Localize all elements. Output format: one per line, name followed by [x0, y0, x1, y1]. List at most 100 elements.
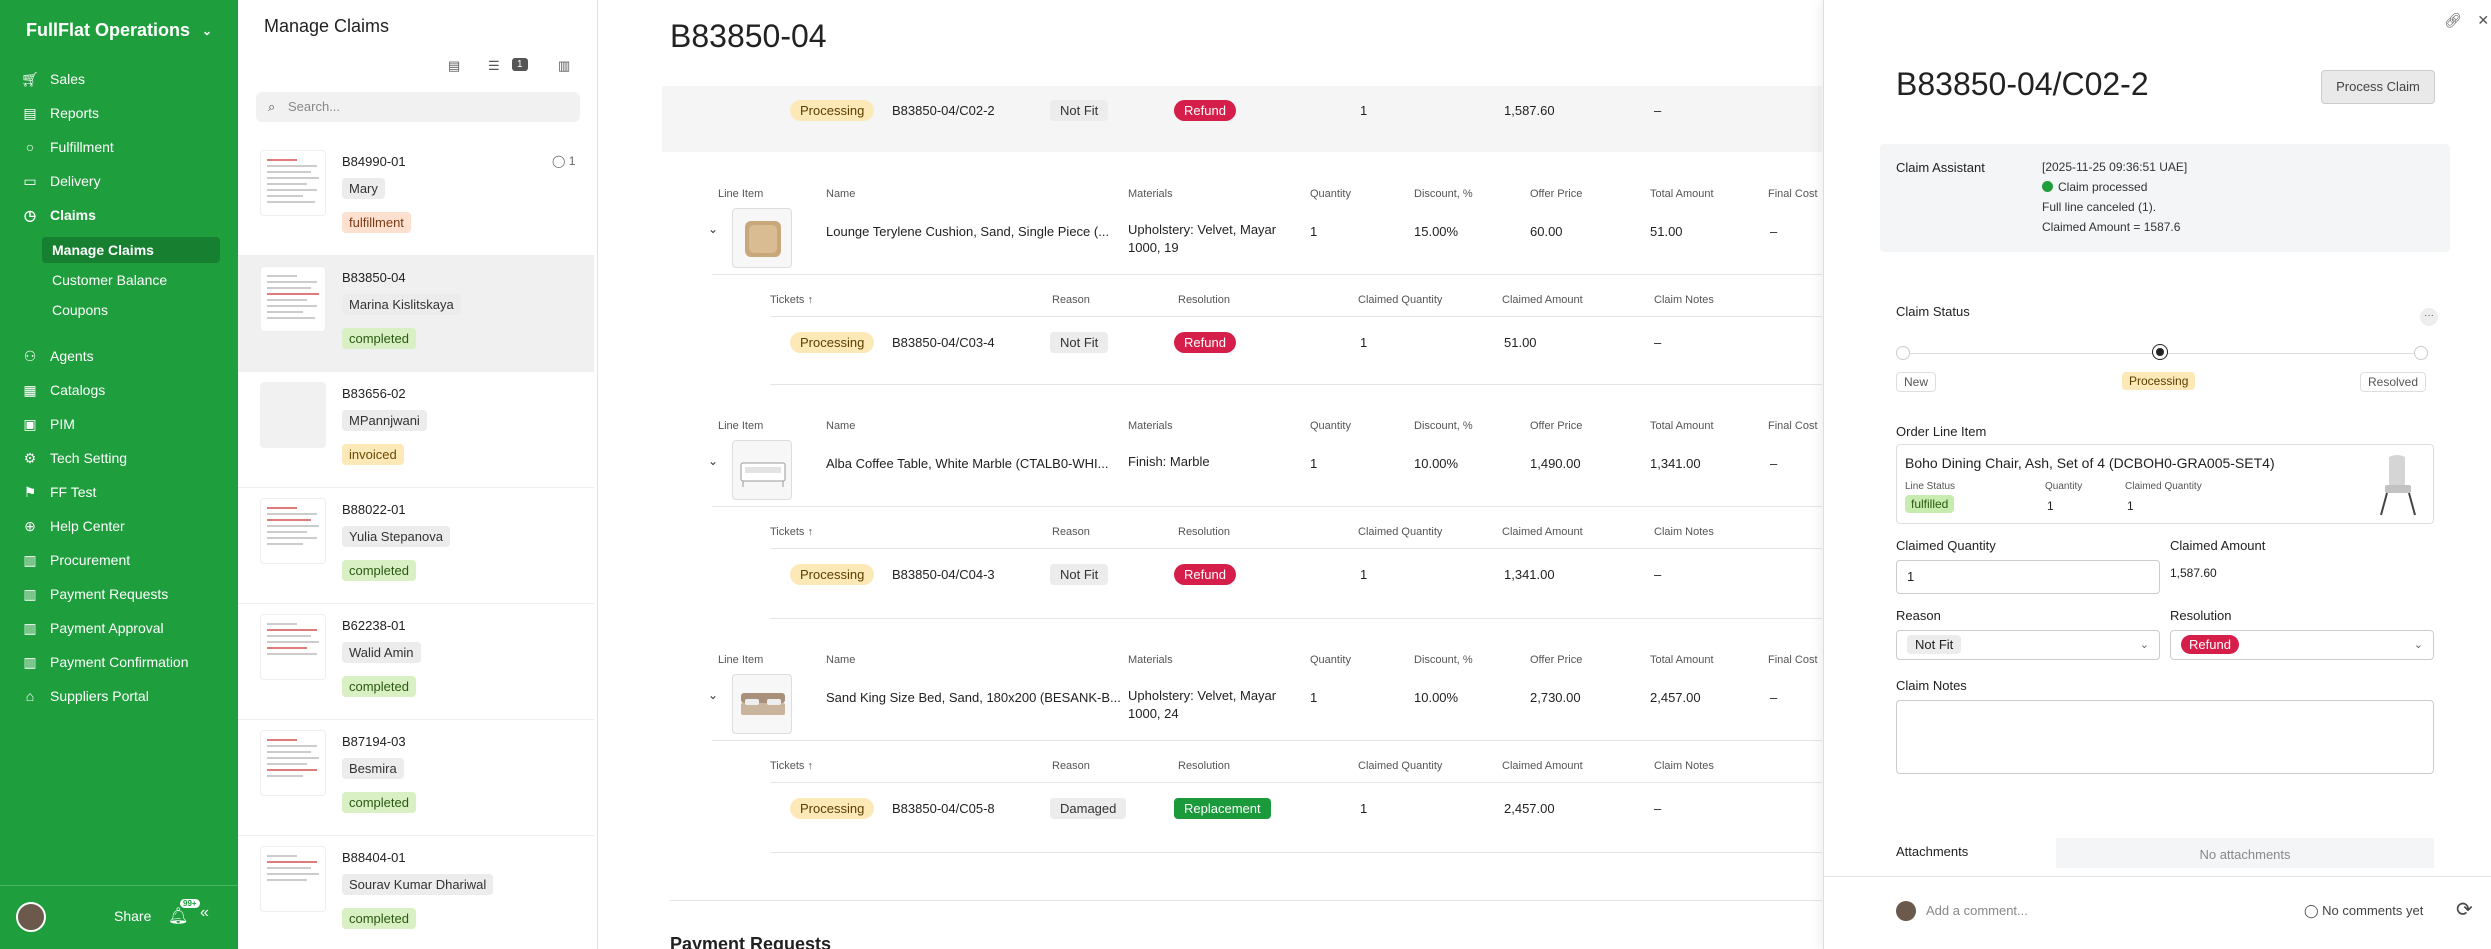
- assistant-line-text: Claim processed: [2058, 180, 2148, 194]
- brand-menu[interactable]: FullFlat Operations ⌄: [26, 20, 212, 41]
- collapse-sidebar-icon[interactable]: «: [200, 904, 209, 922]
- ticket-id[interactable]: B83850-04/C03-4: [892, 335, 995, 350]
- resolution-select[interactable]: Refund ⌄: [2170, 630, 2434, 660]
- col-quantity: Quantity: [1310, 420, 1351, 432]
- claim-thumbnail: [260, 382, 326, 448]
- sidebar-item-label: Agents: [50, 348, 94, 364]
- more-icon[interactable]: ···: [2420, 308, 2438, 326]
- sidebar-item-payment-confirmation[interactable]: ▥ Payment Confirmation: [22, 653, 188, 671]
- share-button[interactable]: Share: [114, 908, 151, 924]
- product-name[interactable]: Alba Coffee Table, White Marble (CTALB0-…: [826, 456, 1109, 471]
- sidebar-item-fulfillment[interactable]: ○ Fulfillment: [22, 139, 114, 155]
- sidebar-item-help-center[interactable]: ⊕ Help Center: [22, 518, 125, 535]
- claim-list-item[interactable]: B84990-01 ◯ 1 Mary fulfillment: [238, 140, 594, 256]
- pim-icon: ▣: [23, 415, 37, 432]
- sidebar-item-agents[interactable]: ⚇ Agents: [22, 348, 94, 365]
- materials-line: Finish: Marble: [1128, 454, 1210, 469]
- col-reason: Reason: [1052, 760, 1090, 772]
- chevron-down-icon[interactable]: ⌄: [708, 222, 718, 236]
- sidebar-item-label: Tech Setting: [50, 450, 128, 466]
- status-step-label: Resolved: [2360, 372, 2427, 392]
- bell-icon[interactable]: 🔔︎: [168, 906, 188, 926]
- claim-id: B88022-01: [342, 502, 406, 517]
- claim-list-item[interactable]: B83850-04 Marina Kislitskaya completed: [238, 256, 594, 372]
- chevron-down-icon[interactable]: ⌄: [708, 454, 718, 468]
- process-claim-button[interactable]: Process Claim: [2321, 70, 2435, 104]
- claim-list-item[interactable]: B88022-01 Yulia Stepanova completed: [238, 488, 594, 604]
- order-line-label: Order Line Item: [1896, 424, 1987, 439]
- sidebar-item-tech-setting[interactable]: ⚙ Tech Setting: [22, 450, 128, 467]
- col-total-amount: Total Amount: [1650, 654, 1714, 666]
- claim-list-item[interactable]: B62238-01 Walid Amin completed: [238, 604, 594, 720]
- subitem-coupons[interactable]: Coupons: [52, 302, 108, 318]
- divider: [712, 506, 1822, 507]
- product-image: [2380, 455, 2416, 516]
- catalog-icon: ▦: [23, 381, 37, 398]
- claimed-quantity-input[interactable]: 1: [1896, 560, 2160, 594]
- link-icon[interactable]: 🔗︎: [2444, 12, 2462, 28]
- status-step-resolved[interactable]: [2414, 346, 2428, 360]
- order-line-card[interactable]: Boho Dining Chair, Ash, Set of 4 (DCBOH0…: [1896, 444, 2434, 524]
- col-tickets[interactable]: Tickets ↑: [770, 760, 813, 772]
- filter-icon[interactable]: ☰: [488, 58, 500, 74]
- sidebar-item-reports[interactable]: ▤ Reports: [22, 104, 100, 122]
- subitem-customer-balance[interactable]: Customer Balance: [52, 272, 167, 288]
- sidebar-item-payment-requests[interactable]: ▥ Payment Requests: [22, 586, 168, 603]
- sidebar-item-label: Reports: [50, 105, 100, 121]
- sidebar-item-catalogs[interactable]: ▦ Catalogs: [22, 381, 105, 399]
- chart-icon: ▤: [23, 104, 37, 121]
- chevron-down-icon[interactable]: ⌄: [708, 688, 718, 702]
- claim-detail-main: B83850-04 Processing B83850-04/C02-2 Not…: [598, 0, 1823, 949]
- offer-price: 1,490.00: [1530, 456, 1581, 471]
- subitem-manage-claims[interactable]: Manage Claims: [52, 242, 154, 258]
- sidebar-item-pim[interactable]: ▣ PIM: [22, 415, 75, 433]
- claim-list-item[interactable]: B88404-01 Sourav Kumar Dhariwal complete…: [238, 836, 594, 949]
- col-tickets[interactable]: Tickets ↑: [770, 526, 813, 538]
- search-input[interactable]: ⌕ Search...: [256, 92, 580, 122]
- materials-line: 1000, 19: [1128, 240, 1179, 255]
- attachments-empty: No attachments: [2056, 838, 2434, 868]
- total-amount: 1,341.00: [1650, 456, 1701, 471]
- sidebar-item-payment-approval[interactable]: ▥ Payment Approval: [22, 620, 163, 637]
- claimed-quantity: 1: [1360, 567, 1368, 582]
- ticket-id[interactable]: B83850-04/C02-2: [892, 103, 995, 118]
- sidebar-item-sales[interactable]: 🛒︎ Sales: [21, 71, 85, 88]
- close-icon[interactable]: ✕: [2477, 12, 2489, 28]
- ticket-id[interactable]: B83850-04/C04-3: [892, 567, 995, 582]
- col-resolution: Resolution: [1178, 526, 1230, 538]
- claim-notes: –: [1654, 103, 1662, 118]
- section-title-payment-requests: Payment Requests: [670, 934, 832, 949]
- sidebar-item-label: FF Test: [50, 484, 97, 500]
- sidebar-item-suppliers-portal[interactable]: ⌂ Suppliers Portal: [22, 688, 149, 704]
- col-name: Name: [826, 654, 856, 666]
- claim-list-item[interactable]: B87194-03 Besmira completed: [238, 720, 594, 836]
- sidebar-item-label: Fulfillment: [50, 139, 114, 155]
- confirm-icon: ▥: [23, 653, 37, 670]
- sidebar-item-ff-test[interactable]: ⚑ FF Test: [22, 484, 97, 501]
- status-step-processing[interactable]: [2153, 345, 2167, 359]
- product-name[interactable]: Lounge Terylene Cushion, Sand, Single Pi…: [826, 224, 1109, 239]
- status-step-new[interactable]: [1896, 346, 1910, 360]
- truck-icon: ▭: [23, 172, 37, 189]
- col-tickets[interactable]: Tickets ↑: [770, 294, 813, 306]
- claimed-amount: 2,457.00: [1504, 801, 1555, 816]
- avatar[interactable]: [16, 902, 46, 932]
- resolution-value: Refund: [2181, 635, 2239, 654]
- sidebar-item-delivery[interactable]: ▭ Delivery: [22, 172, 100, 190]
- col-line-item: Line Item: [718, 654, 764, 666]
- col-line-item: Line Item: [718, 188, 764, 200]
- sidebar-item-claims[interactable]: ◷ Claims: [22, 207, 96, 224]
- claim-thumbnail: [260, 730, 326, 796]
- product-name[interactable]: Sand King Size Bed, Sand, 180x200 (BESAN…: [826, 690, 1121, 705]
- ticket-id[interactable]: B83850-04/C05-8: [892, 801, 995, 816]
- reason-badge: Not Fit: [1050, 564, 1109, 585]
- divider: [770, 548, 1822, 549]
- comment-input[interactable]: Add a comment...: [1926, 903, 2028, 918]
- sidebar-item-procurement[interactable]: ▥ Procurement: [22, 552, 130, 569]
- no-comments-status: ◯ No comments yet: [2304, 903, 2423, 919]
- layout-icon[interactable]: ▤: [448, 58, 460, 74]
- claim-list-item[interactable]: B83656-02 MPannjwani invoiced: [238, 372, 594, 488]
- claim-notes-textarea[interactable]: [1896, 700, 2434, 774]
- reason-select[interactable]: Not Fit ⌄: [1896, 630, 2160, 660]
- columns-icon[interactable]: ▥: [558, 58, 570, 74]
